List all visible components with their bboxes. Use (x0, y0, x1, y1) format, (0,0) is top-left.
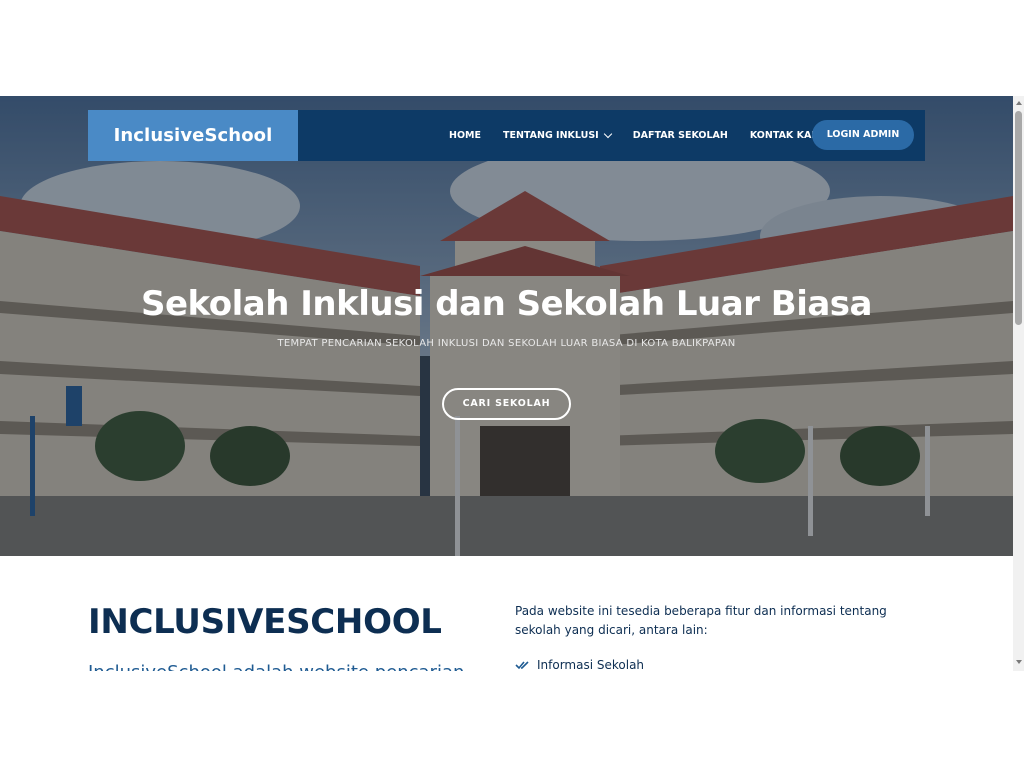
hero-title: Sekolah Inklusi dan Sekolah Luar Biasa (141, 284, 872, 324)
search-school-button[interactable]: CARI SEKOLAH (442, 388, 571, 420)
about-title: INCLUSIVESCHOOL (88, 602, 442, 642)
nav-item-home[interactable]: HOME (449, 130, 481, 141)
nav-item-label: HOME (449, 130, 481, 141)
hero-overlay (0, 96, 1013, 556)
browser-viewport: InclusiveSchool HOME TENTANG INKLUSI DAF… (0, 96, 1024, 671)
scroll-up-arrow-icon[interactable] (1016, 101, 1022, 105)
login-admin-button[interactable]: LOGIN ADMIN (812, 120, 914, 150)
chevron-down-icon (603, 129, 612, 139)
navbar: InclusiveSchool HOME TENTANG INKLUSI DAF… (88, 110, 925, 161)
feature-item: Informasi Sekolah (515, 658, 644, 671)
brand-logo[interactable]: InclusiveSchool (88, 110, 298, 161)
vertical-scrollbar[interactable] (1013, 96, 1024, 671)
scroll-down-arrow-icon[interactable] (1016, 660, 1022, 664)
nav-menu: HOME TENTANG INKLUSI DAFTAR SEKOLAH KONT… (438, 110, 835, 161)
about-description: Pada website ini tesedia beberapa fitur … (515, 604, 887, 637)
hero-section: InclusiveSchool HOME TENTANG INKLUSI DAF… (0, 96, 1013, 556)
scrollbar-thumb[interactable] (1015, 111, 1022, 325)
nav-item-tentang-inklusi[interactable]: TENTANG INKLUSI (502, 129, 612, 141)
feature-label: Informasi Sekolah (537, 658, 645, 671)
nav-item-daftar-sekolah[interactable]: DAFTAR SEKOLAH (633, 130, 728, 141)
hero-subtitle: TEMPAT PENCARIAN SEKOLAH INKLUSI DAN SEK… (277, 338, 736, 349)
page: InclusiveSchool HOME TENTANG INKLUSI DAF… (0, 96, 1013, 671)
double-check-icon (515, 661, 529, 670)
about-lead-text: InclusiveSchool adalah website pencarian (88, 662, 464, 671)
nav-item-label: DAFTAR SEKOLAH (632, 130, 728, 141)
nav-item-label: TENTANG INKLUSI (502, 130, 599, 141)
